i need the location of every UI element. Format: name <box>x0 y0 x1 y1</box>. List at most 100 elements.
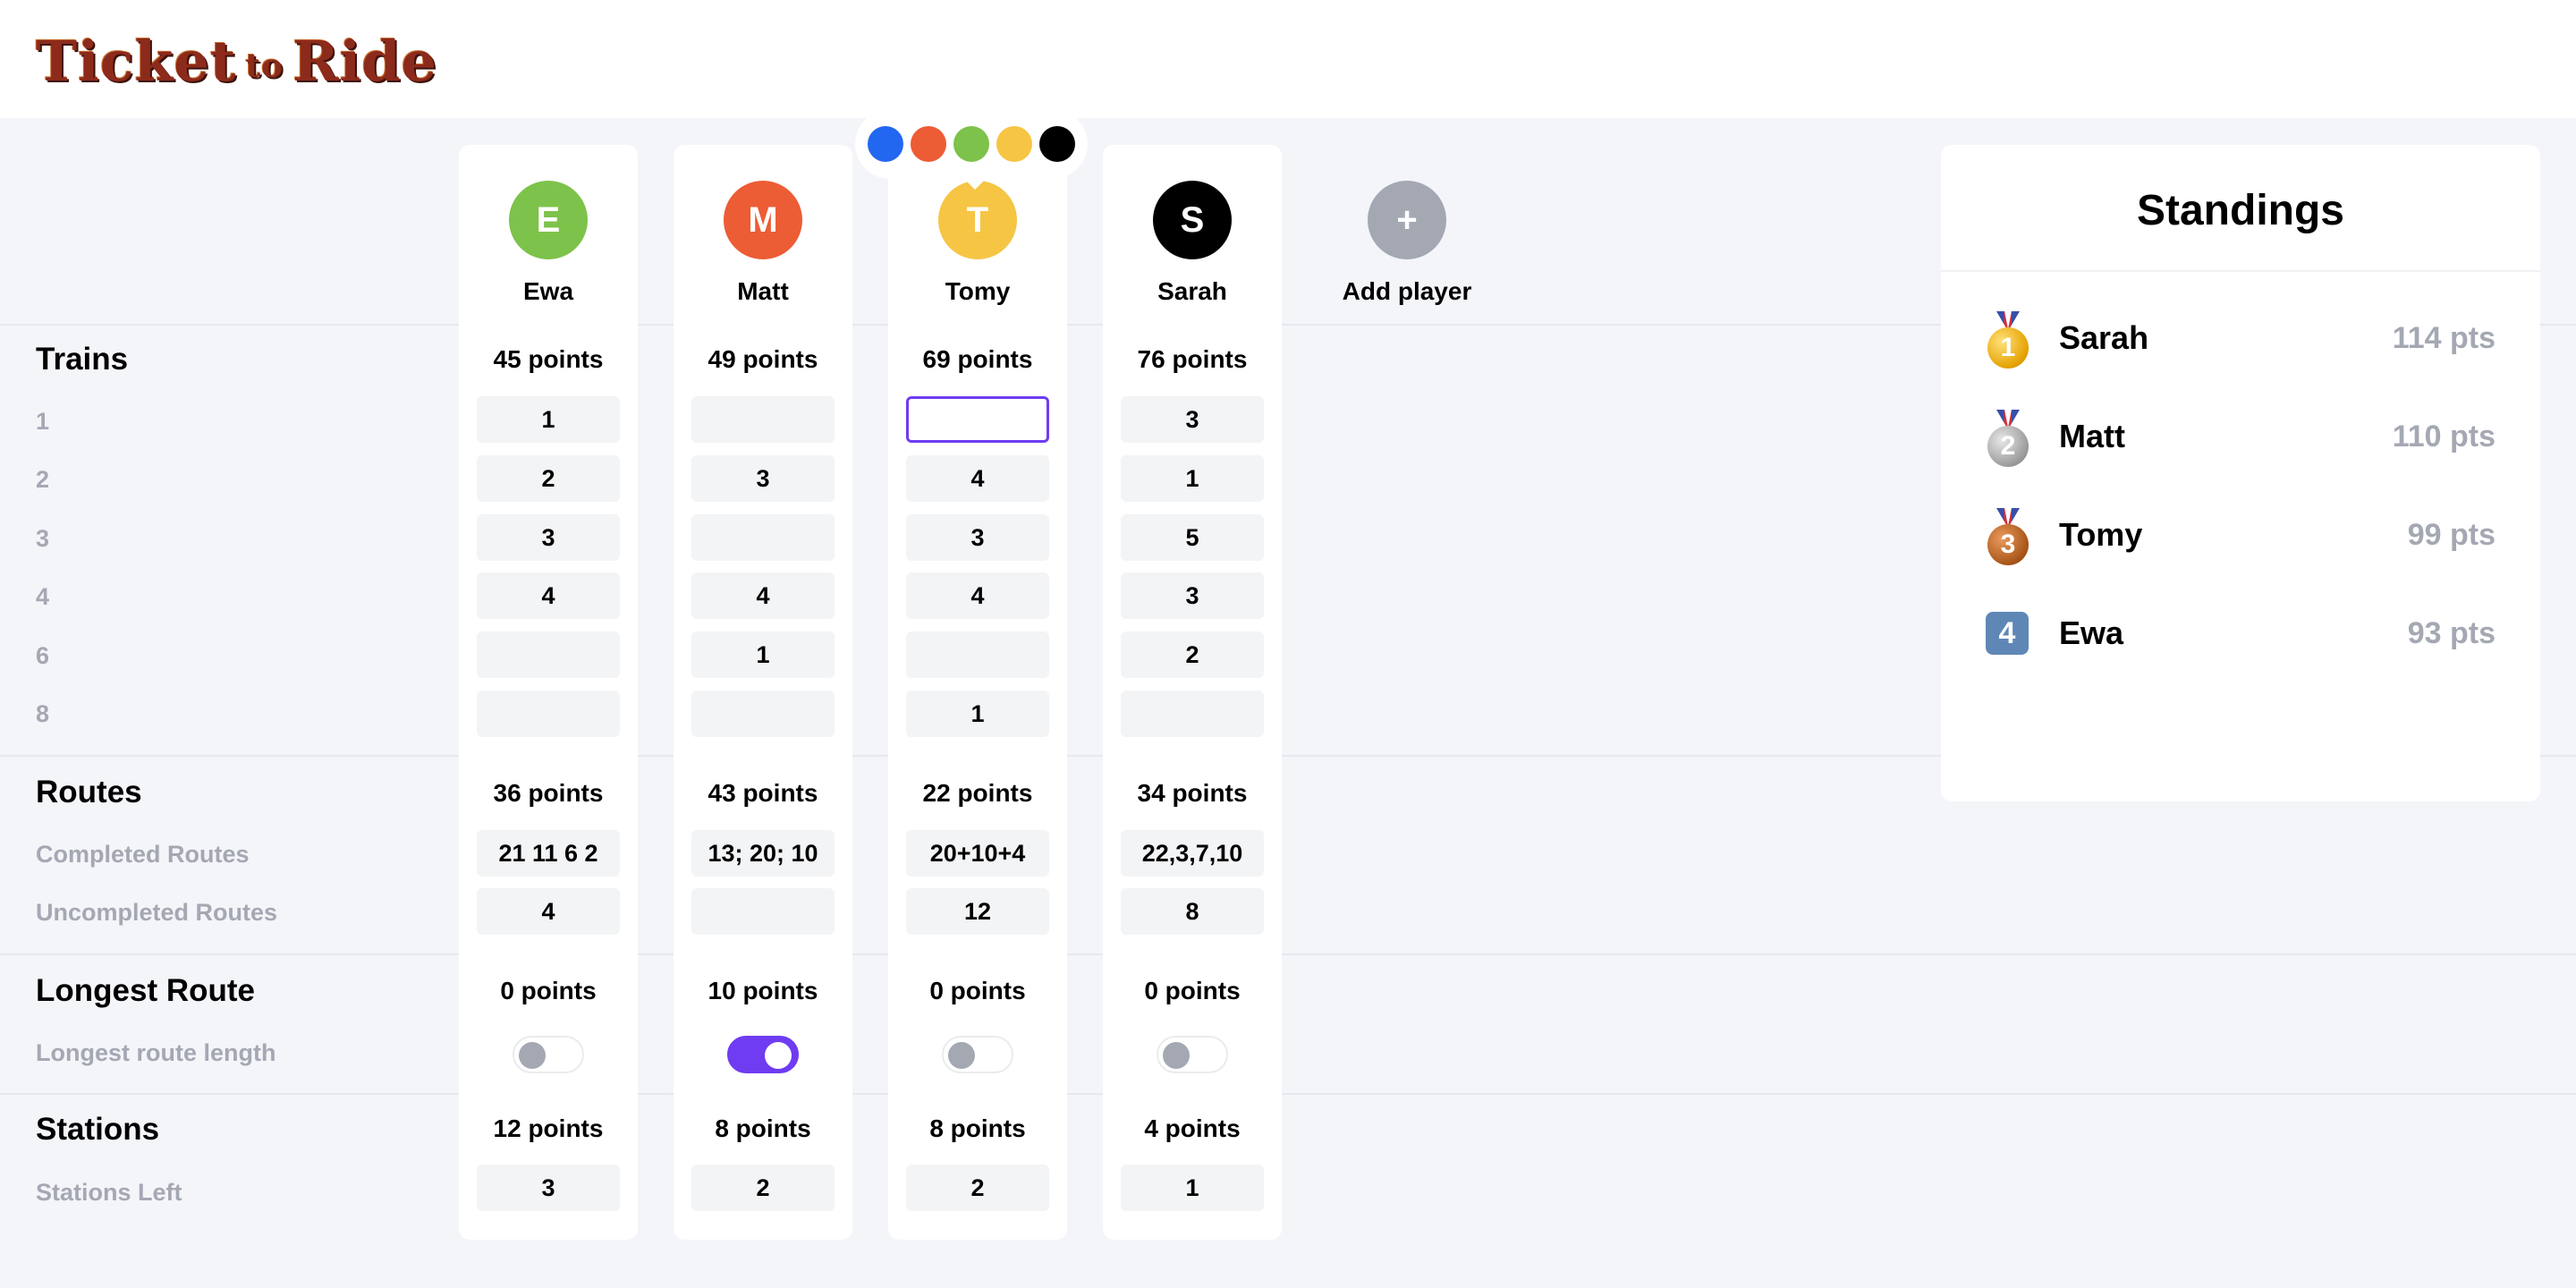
player-header-sarah[interactable]: S Sarah <box>1103 181 1282 306</box>
train-count-input[interactable]: 4 <box>906 572 1049 619</box>
medal-rank: 2 <box>1987 426 2029 467</box>
medal-rank: 1 <box>1987 327 2029 369</box>
stations-points: 8 points <box>929 1114 1026 1142</box>
standings-player-name: Ewa <box>2059 614 2124 651</box>
avatar[interactable]: T <box>938 181 1017 259</box>
completed-routes-label: Completed Routes <box>36 841 250 868</box>
standings-points: 114 pts <box>2392 320 2496 355</box>
train-count-input[interactable] <box>691 514 835 561</box>
stations-left-input[interactable]: 2 <box>691 1165 835 1211</box>
trains-points: 45 points <box>493 345 604 373</box>
uncompleted-routes-input[interactable] <box>691 888 835 935</box>
train-length-label: 1 <box>36 408 50 435</box>
toggle-knob <box>519 1042 546 1069</box>
divider <box>0 953 2576 955</box>
train-count-input[interactable]: 1 <box>477 396 620 443</box>
completed-routes-input[interactable]: 13; 20; 10 <box>691 830 835 877</box>
toggle-knob <box>1163 1042 1190 1069</box>
top-bar: Ticket to Ride <box>0 0 2576 118</box>
uncompleted-routes-input[interactable]: 4 <box>477 888 620 935</box>
uncompleted-routes-input[interactable]: 12 <box>906 888 1049 935</box>
train-count-input[interactable]: 3 <box>691 455 835 502</box>
longest-route-points: 10 points <box>708 977 818 1004</box>
completed-routes-input[interactable]: 22,3,7,10 <box>1121 830 1264 877</box>
silver-medal-icon: 2 <box>1986 410 2030 467</box>
longest-route-toggle[interactable] <box>1157 1036 1228 1073</box>
train-length-label: 6 <box>36 642 50 669</box>
stations-points: 12 points <box>493 1114 604 1142</box>
train-count-input[interactable]: 3 <box>1121 396 1264 443</box>
plus-icon[interactable]: + <box>1368 181 1446 259</box>
logo-word-ride: Ride <box>292 29 438 94</box>
player-name: Ewa <box>522 277 574 305</box>
completed-routes-input[interactable]: 20+10+4 <box>906 830 1049 877</box>
train-count-input[interactable] <box>691 691 835 737</box>
standings-points: 93 pts <box>2407 615 2496 650</box>
standings-row: 2 Matt 110 pts <box>1986 410 2496 467</box>
stations-left-input[interactable]: 2 <box>906 1165 1049 1211</box>
longest-route-toggle[interactable] <box>513 1036 584 1073</box>
medal-rank: 4 <box>1986 612 2029 655</box>
avatar[interactable]: E <box>509 181 588 259</box>
medal-rank: 3 <box>1987 524 2029 565</box>
trains-points: 49 points <box>708 345 818 373</box>
train-count-input[interactable]: 3 <box>906 514 1049 561</box>
logo-word-ticket: Ticket <box>36 29 237 94</box>
standings-points: 110 pts <box>2392 419 2496 453</box>
stations-left-input[interactable]: 3 <box>477 1165 620 1211</box>
train-count-input[interactable]: 1 <box>691 631 835 678</box>
standings-player-name: Tomy <box>2059 516 2143 553</box>
trains-points: 69 points <box>922 345 1033 373</box>
train-count-input[interactable]: 2 <box>477 455 620 502</box>
ticket-to-ride-logo: Ticket to Ride <box>36 25 436 94</box>
avatar[interactable]: M <box>724 181 802 259</box>
player-header-ewa[interactable]: E Ewa <box>459 181 638 306</box>
train-count-input[interactable]: 4 <box>906 455 1049 502</box>
train-count-input[interactable]: 5 <box>1121 514 1264 561</box>
color-swatch-blue[interactable] <box>868 126 903 162</box>
color-swatch-yellow[interactable] <box>996 126 1032 162</box>
train-count-input[interactable]: 1 <box>906 691 1049 737</box>
train-count-input[interactable] <box>906 631 1049 678</box>
section-title-trains: Trains <box>36 342 129 377</box>
train-count-input[interactable] <box>1121 691 1264 737</box>
add-player-button[interactable]: + Add player <box>1318 181 1496 306</box>
keycap-4-icon: 4 <box>1986 606 2030 660</box>
train-count-input[interactable]: 2 <box>1121 631 1264 678</box>
longest-route-points: 0 points <box>1144 977 1241 1004</box>
section-title-stations: Stations <box>36 1112 160 1147</box>
longest-route-toggle[interactable] <box>942 1036 1013 1073</box>
train-count-input[interactable] <box>477 631 620 678</box>
stations-left-input[interactable]: 1 <box>1121 1165 1264 1211</box>
train-count-input[interactable] <box>691 396 835 443</box>
train-count-input[interactable]: 3 <box>477 514 620 561</box>
train-count-input[interactable] <box>477 691 620 737</box>
routes-points: 22 points <box>922 779 1033 807</box>
routes-points: 36 points <box>493 779 604 807</box>
uncompleted-routes-label: Uncompleted Routes <box>36 899 278 926</box>
trains-points: 76 points <box>1137 345 1248 373</box>
longest-route-length-label: Longest route length <box>36 1039 276 1066</box>
train-count-input[interactable]: 3 <box>1121 572 1264 619</box>
avatar[interactable]: S <box>1153 181 1232 259</box>
player-header-matt[interactable]: M Matt <box>674 181 852 306</box>
standings-points: 99 pts <box>2407 517 2496 552</box>
toggle-knob <box>765 1042 792 1069</box>
stations-points: 8 points <box>715 1114 811 1142</box>
train-count-input[interactable]: 4 <box>691 572 835 619</box>
standings-row: 4 Ewa 93 pts <box>1986 606 2496 660</box>
color-swatch-black[interactable] <box>1039 126 1075 162</box>
completed-routes-input[interactable]: 21 11 6 2 <box>477 830 620 877</box>
longest-route-toggle[interactable] <box>727 1036 799 1073</box>
color-swatch-green[interactable] <box>953 126 989 162</box>
player-header-tomy[interactable]: T Tomy <box>888 181 1067 306</box>
color-swatch-orange[interactable] <box>911 126 946 162</box>
uncompleted-routes-input[interactable]: 8 <box>1121 888 1264 935</box>
train-length-label: 4 <box>36 583 50 610</box>
train-count-input[interactable]: 4 <box>477 572 620 619</box>
divider <box>0 1093 2576 1095</box>
train-count-input[interactable]: 1 <box>1121 455 1264 502</box>
train-count-input[interactable] <box>906 396 1049 443</box>
routes-points: 34 points <box>1137 779 1248 807</box>
divider <box>1941 270 2540 272</box>
